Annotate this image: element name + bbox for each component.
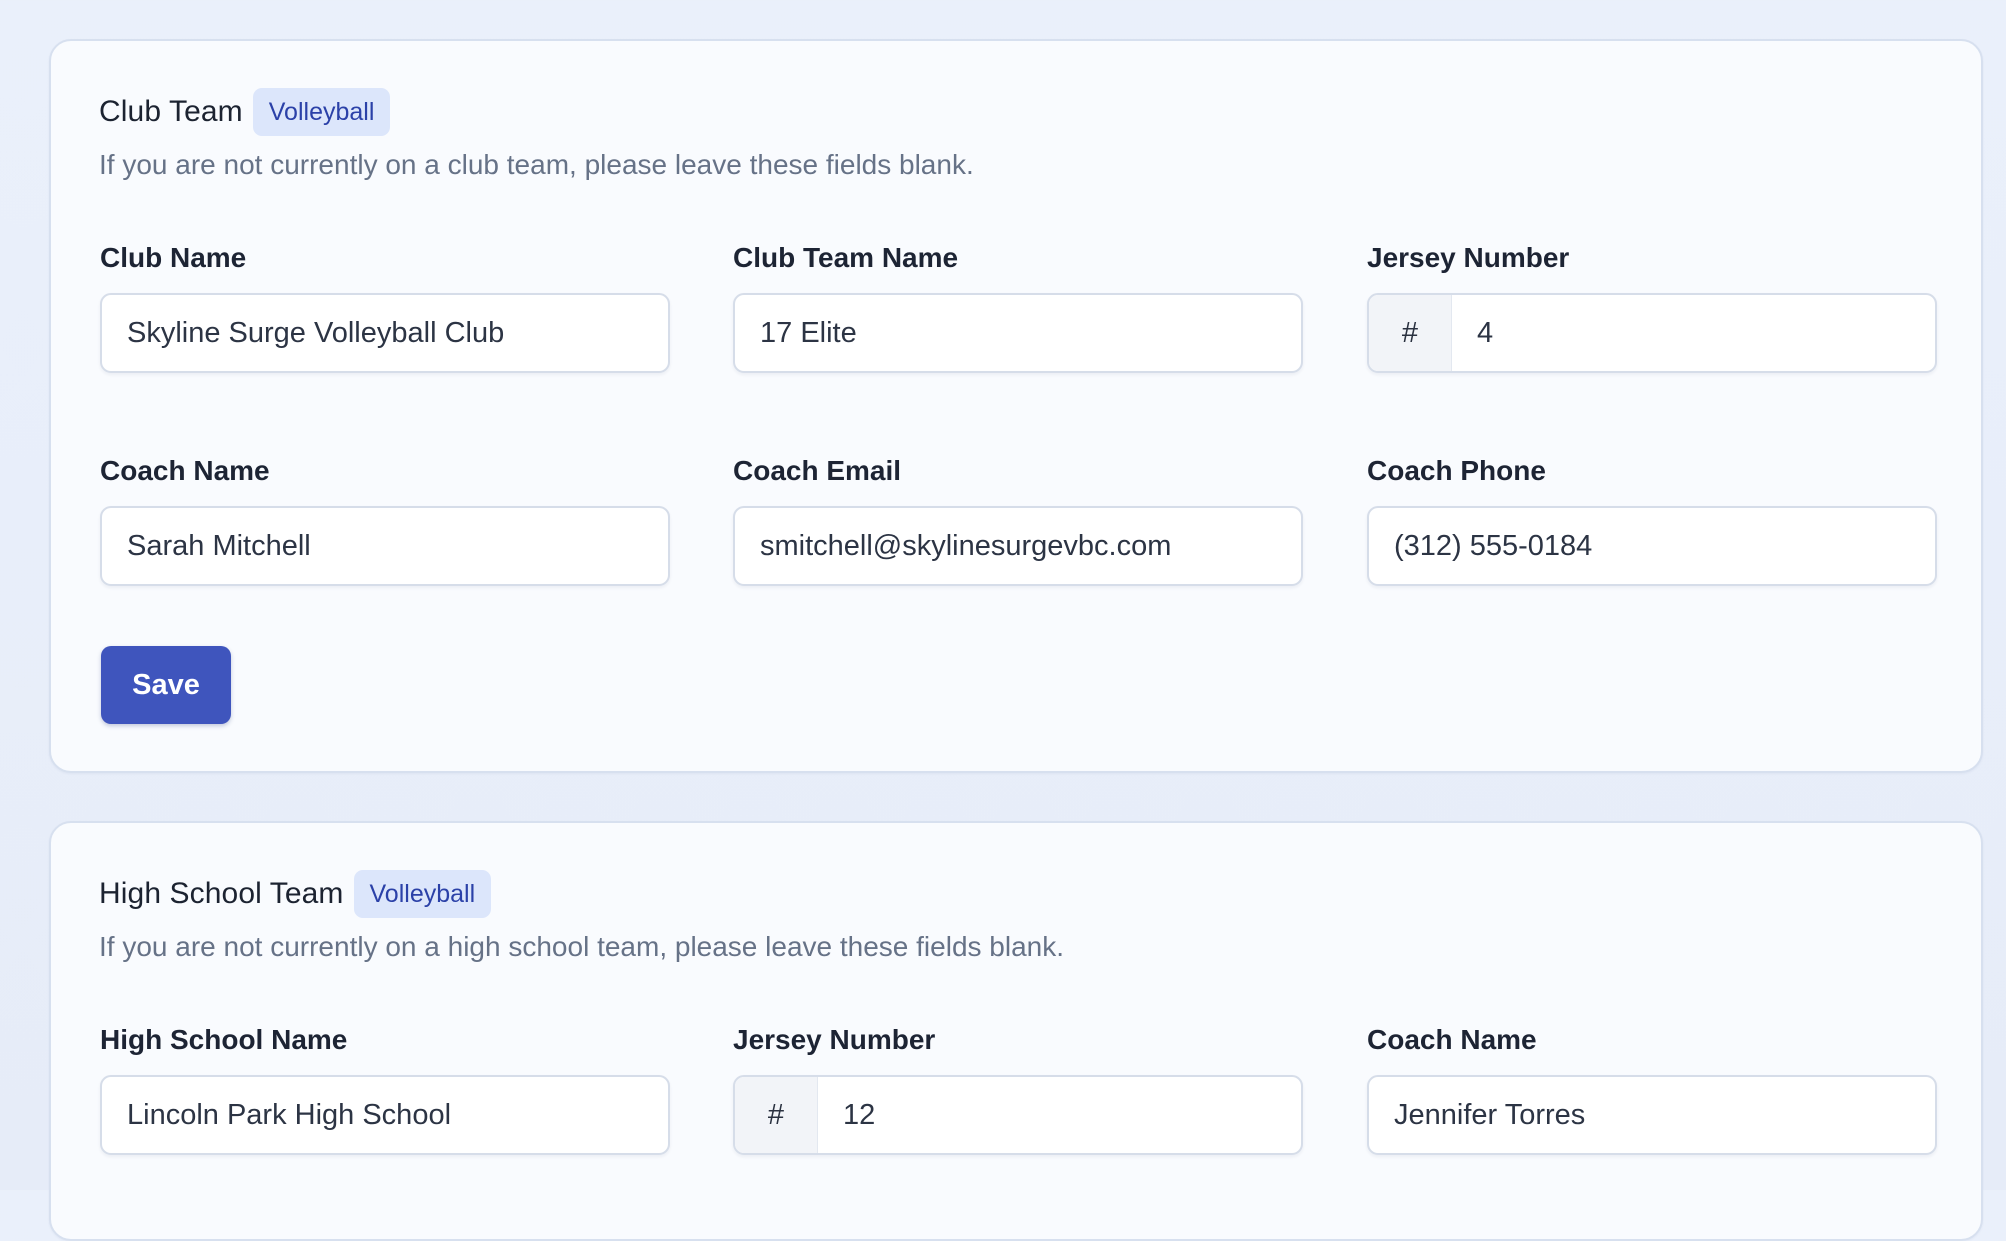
club-name-field: Club Name Skyline Surge Volleyball Club [100, 240, 670, 373]
club-team-card: Club Team Volleyball If you are not curr… [49, 39, 1983, 773]
club-jersey-number-label: Jersey Number [1367, 242, 1570, 273]
club-coach-name-label: Coach Name [100, 455, 270, 486]
club-coach-phone-label: Coach Phone [1367, 455, 1546, 486]
club-team-header: Club Team Volleyball [99, 88, 391, 136]
club-coach-phone-field: Coach Phone (312) 555-0184 [1367, 453, 1937, 586]
club-coach-email-label: Coach Email [733, 455, 902, 486]
high-school-team-title: High School Team [99, 877, 344, 910]
high-school-coach-name-label: Coach Name [1367, 1024, 1537, 1055]
high-school-name-label: High School Name [100, 1024, 348, 1055]
club-name-label: Club Name [100, 242, 247, 273]
club-coach-name-field: Coach Name Sarah Mitchell [100, 453, 670, 586]
high-school-jersey-number-value[interactable]: 12 [818, 1077, 875, 1153]
club-jersey-number-input[interactable]: # 4 [1367, 293, 1937, 373]
high-school-coach-name-input[interactable]: Jennifer Torres [1367, 1075, 1937, 1155]
high-school-team-helper-text: If you are not currently on a high schoo… [99, 931, 1065, 962]
club-team-name-label: Club Team Name [733, 242, 959, 273]
club-coach-phone-input[interactable]: (312) 555-0184 [1367, 506, 1937, 586]
high-school-name-field: High School Name Lincoln Park High Schoo… [100, 1022, 670, 1155]
high-school-jersey-number-label: Jersey Number [733, 1024, 936, 1055]
high-school-jersey-number-input[interactable]: # 12 [733, 1075, 1303, 1155]
high-school-team-card: High School Team Volleyball If you are n… [49, 821, 1983, 1241]
save-button[interactable]: Save [101, 646, 231, 724]
club-team-name-input[interactable]: 17 Elite [733, 293, 1303, 373]
high-school-name-input[interactable]: Lincoln Park High School [100, 1075, 670, 1155]
club-jersey-number-field: Jersey Number # 4 [1367, 240, 1937, 373]
high-school-team-header: High School Team Volleyball [99, 870, 492, 918]
high-school-jersey-number-field: Jersey Number # 12 [733, 1022, 1303, 1155]
hash-prefix: # [1369, 295, 1452, 371]
club-jersey-number-value[interactable]: 4 [1452, 295, 1493, 371]
club-coach-name-input[interactable]: Sarah Mitchell [100, 506, 670, 586]
hash-prefix: # [735, 1077, 818, 1153]
sport-badge: Volleyball [353, 870, 492, 918]
club-coach-email-field: Coach Email smitchell@skylinesurgevbc.co… [733, 453, 1303, 586]
club-team-name-field: Club Team Name 17 Elite [733, 240, 1303, 373]
club-coach-email-input[interactable]: smitchell@skylinesurgevbc.com [733, 506, 1303, 586]
club-team-helper-text: If you are not currently on a club team,… [99, 149, 974, 180]
sport-badge: Volleyball [252, 88, 391, 136]
club-team-title: Club Team [99, 95, 243, 128]
high-school-coach-name-field: Coach Name Jennifer Torres [1367, 1022, 1937, 1155]
club-name-input[interactable]: Skyline Surge Volleyball Club [100, 293, 670, 373]
